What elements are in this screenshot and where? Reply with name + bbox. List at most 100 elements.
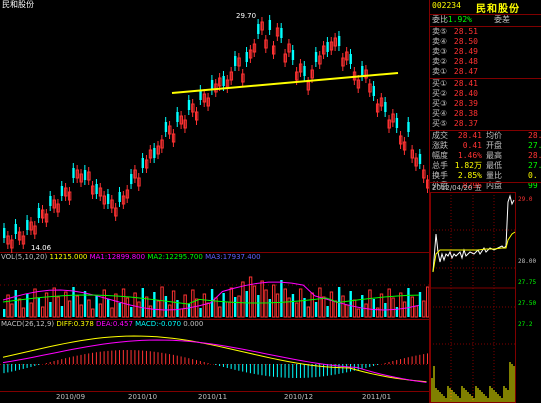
stat-value-2: 27.7 [528,141,541,150]
intraday-chart[interactable]: 29.0 28.00 27.75 27.50 27.2 [430,192,541,403]
window-title: 民和股份 [2,0,34,9]
ask-row[interactable]: 卖① 28.47 [430,67,541,77]
row-price: 28.37 [453,119,478,128]
volume-bar [349,291,352,317]
volume-bar [241,281,245,318]
volume-bar [422,300,426,318]
volume-bar [326,306,329,317]
intraday-avg-line [432,231,516,273]
kline-chart[interactable]: 29.70 14.06 2010/09 2010/10 2010/11 2010… [0,0,429,403]
volume-bar [17,298,22,318]
volume-bar [333,300,338,318]
volume-bar [56,296,60,318]
volume-bar [106,299,110,317]
volume-bar [318,287,322,318]
candle-body [349,54,352,64]
volume-bar [352,299,357,318]
volume-bar [29,302,33,318]
volume-bar [98,303,103,318]
bid-row[interactable]: 买④ 28.38 [430,109,541,119]
volume-bar [148,305,153,318]
volume-bar [287,297,291,318]
row-label: 卖③ [432,47,448,56]
ask-row[interactable]: 卖② 28.48 [430,57,541,67]
volume-bar [179,308,184,318]
volume-bar [37,298,41,317]
volume-bar [187,304,191,317]
ask-row[interactable]: 卖⑤ 28.51 [430,27,541,37]
volume-bar [257,295,260,317]
volume-bar [402,301,407,318]
volume-bar [10,303,14,318]
volume-bar [195,298,199,318]
bid-row[interactable]: 买⑤ 28.37 [430,119,541,129]
vol-indicator-labels: VOL(5,10,20) 11215.000 MA1:12899.800 MA2… [1,253,261,261]
ask-row[interactable]: 卖③ 28.49 [430,47,541,57]
stat-value-2: 0. [528,171,538,180]
volume-bar [291,294,295,317]
row-label: 买④ [432,109,448,118]
candle-body [372,86,375,96]
macd-diff: DIFF:0.378 [56,320,94,328]
row-price: 28.48 [453,57,478,66]
candle-body [164,122,168,132]
volume-bar [237,295,241,318]
bid-row[interactable]: 买① 28.41 [430,79,541,89]
intraday-axis: 29.0 28.00 27.75 27.50 27.2 [518,196,536,328]
volume-bar [95,295,98,317]
volume-bar [125,297,130,318]
stat-row: 换手 2.85% 量比 0. [430,171,541,181]
vol-value: 11215.000 [49,253,88,261]
stat-label-2: 量比 [486,171,502,180]
row-label: 买③ [432,99,448,108]
row-price: 28.39 [453,99,478,108]
row-price: 28.38 [453,109,478,118]
volume-bar [345,304,349,318]
volume-bar [110,307,114,318]
volume-bar [49,302,52,317]
stat-value: 1.46% [457,151,482,160]
axis-tick: 27.2 [518,321,533,328]
bid-row[interactable]: 买② 28.40 [430,89,541,99]
volume-bar [418,292,422,317]
candle-body [384,102,387,112]
volume-bar [252,285,257,318]
volume-bar [387,288,391,318]
volume-bar [225,301,230,318]
x-tick: 2010/10 [128,393,157,401]
row-price: 28.51 [453,27,478,36]
volume-bar [160,286,164,318]
stat-label: 涨跌 [432,141,448,150]
stat-row: 成交 28.41 均价 28.3 [430,131,541,141]
stat-label: 总手 [432,161,448,170]
volume-bar [41,306,45,318]
volume-bar [341,295,345,318]
row-label: 卖① [432,67,448,76]
stat-label: 幅度 [432,151,448,160]
volume-bar [298,288,303,318]
candle-body [395,118,399,128]
volume-bar [306,306,311,318]
volume-bar [329,291,334,318]
volume-bar [314,302,318,317]
candle-body [3,228,6,238]
row-price: 28.41 [453,79,478,88]
ask-row[interactable]: 卖④ 28.50 [430,37,541,47]
candle-body [37,208,41,218]
weibi-row: 委比 -1.92% 委差 [430,15,541,25]
bid-row[interactable]: 买③ 28.39 [430,99,541,109]
row-price: 28.40 [453,89,478,98]
macd-macd: MACD:-0.070 [135,320,182,328]
candle-body [222,76,225,86]
volume-bar [87,299,91,318]
stat-value-2: 27.7 [528,161,541,170]
volume-bar [310,292,314,318]
volume-bar [52,287,56,318]
x-tick: 2010/12 [284,393,313,401]
volume-bar [199,308,202,317]
macd-indicator-labels: MACD(26,12,9) DIFF:0.378 DEA:0.457 MACD:… [1,320,203,328]
x-tick: 2010/09 [56,393,85,401]
candle-body [280,28,283,38]
volume-bar [168,304,172,318]
volume-bar [356,308,361,318]
